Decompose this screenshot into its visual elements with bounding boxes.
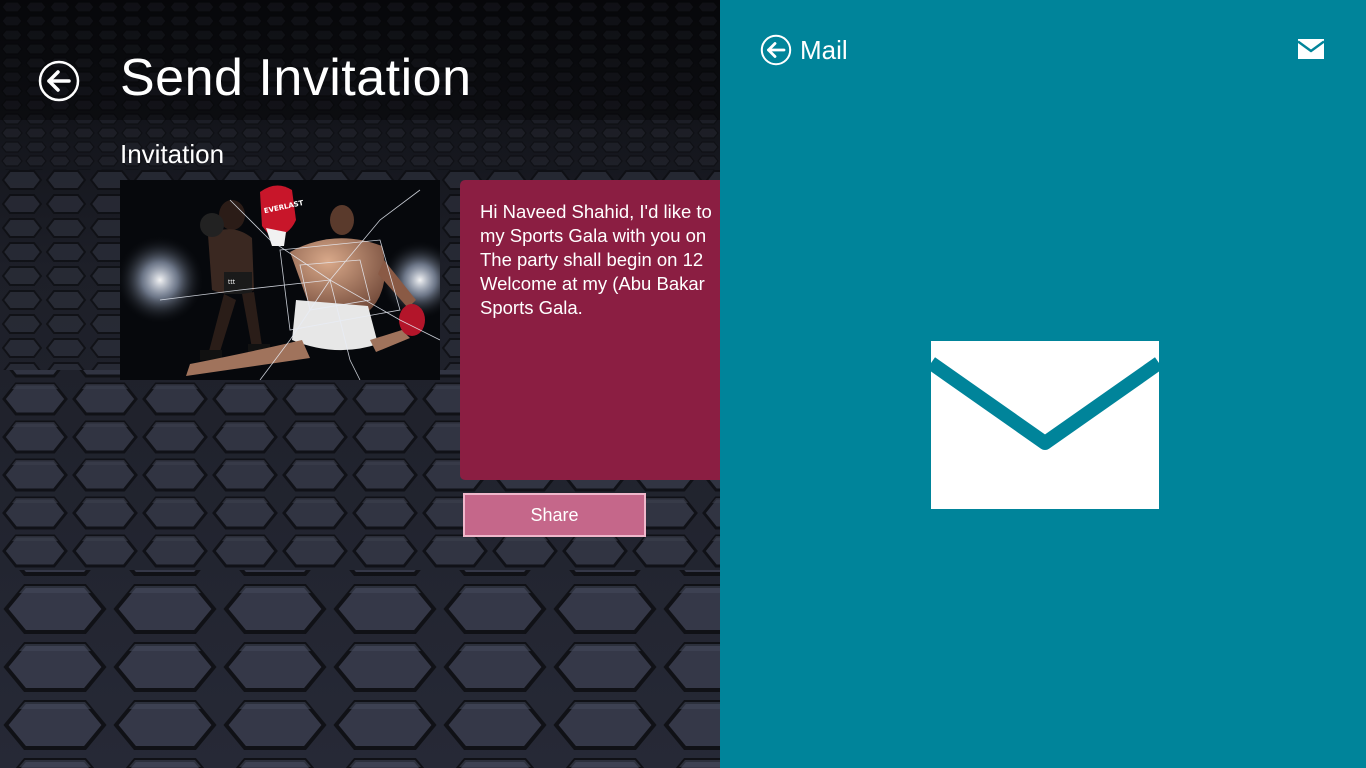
message-line-2: my Sports Gala with you on [480,225,707,246]
invitation-app: Send Invitation Invitation ttt EVERLAST … [0,0,720,768]
invitation-message-box[interactable]: Hi Naveed Shahid, I'd like to my Sports … [460,180,720,480]
message-line-5: Sports Gala. [480,297,583,318]
message-line-1: Hi Naveed Shahid, I'd like to [480,201,712,222]
back-button[interactable] [38,60,80,102]
mail-envelope-icon [931,341,1159,509]
back-arrow-icon [760,34,792,66]
section-title: Invitation [120,139,225,169]
share-pane-title: Mail [800,34,848,65]
mail-icon [1298,39,1324,59]
message-line-4: Welcome at my (Abu Bakar [480,273,705,294]
page-title: Send Invitation [120,49,472,107]
share-button[interactable]: Share [463,493,646,537]
share-pane: Mail [720,0,1366,768]
back-arrow-icon [38,60,80,102]
share-pane-back[interactable]: Mail [760,32,848,68]
invitation-image: ttt EVERLAST [120,180,440,380]
mail-app-tile[interactable] [931,341,1159,509]
svg-text:ttt: ttt [228,279,236,286]
boxing-photo: ttt EVERLAST [120,180,440,380]
message-line-3: The party shall begin on 12 [480,249,704,270]
